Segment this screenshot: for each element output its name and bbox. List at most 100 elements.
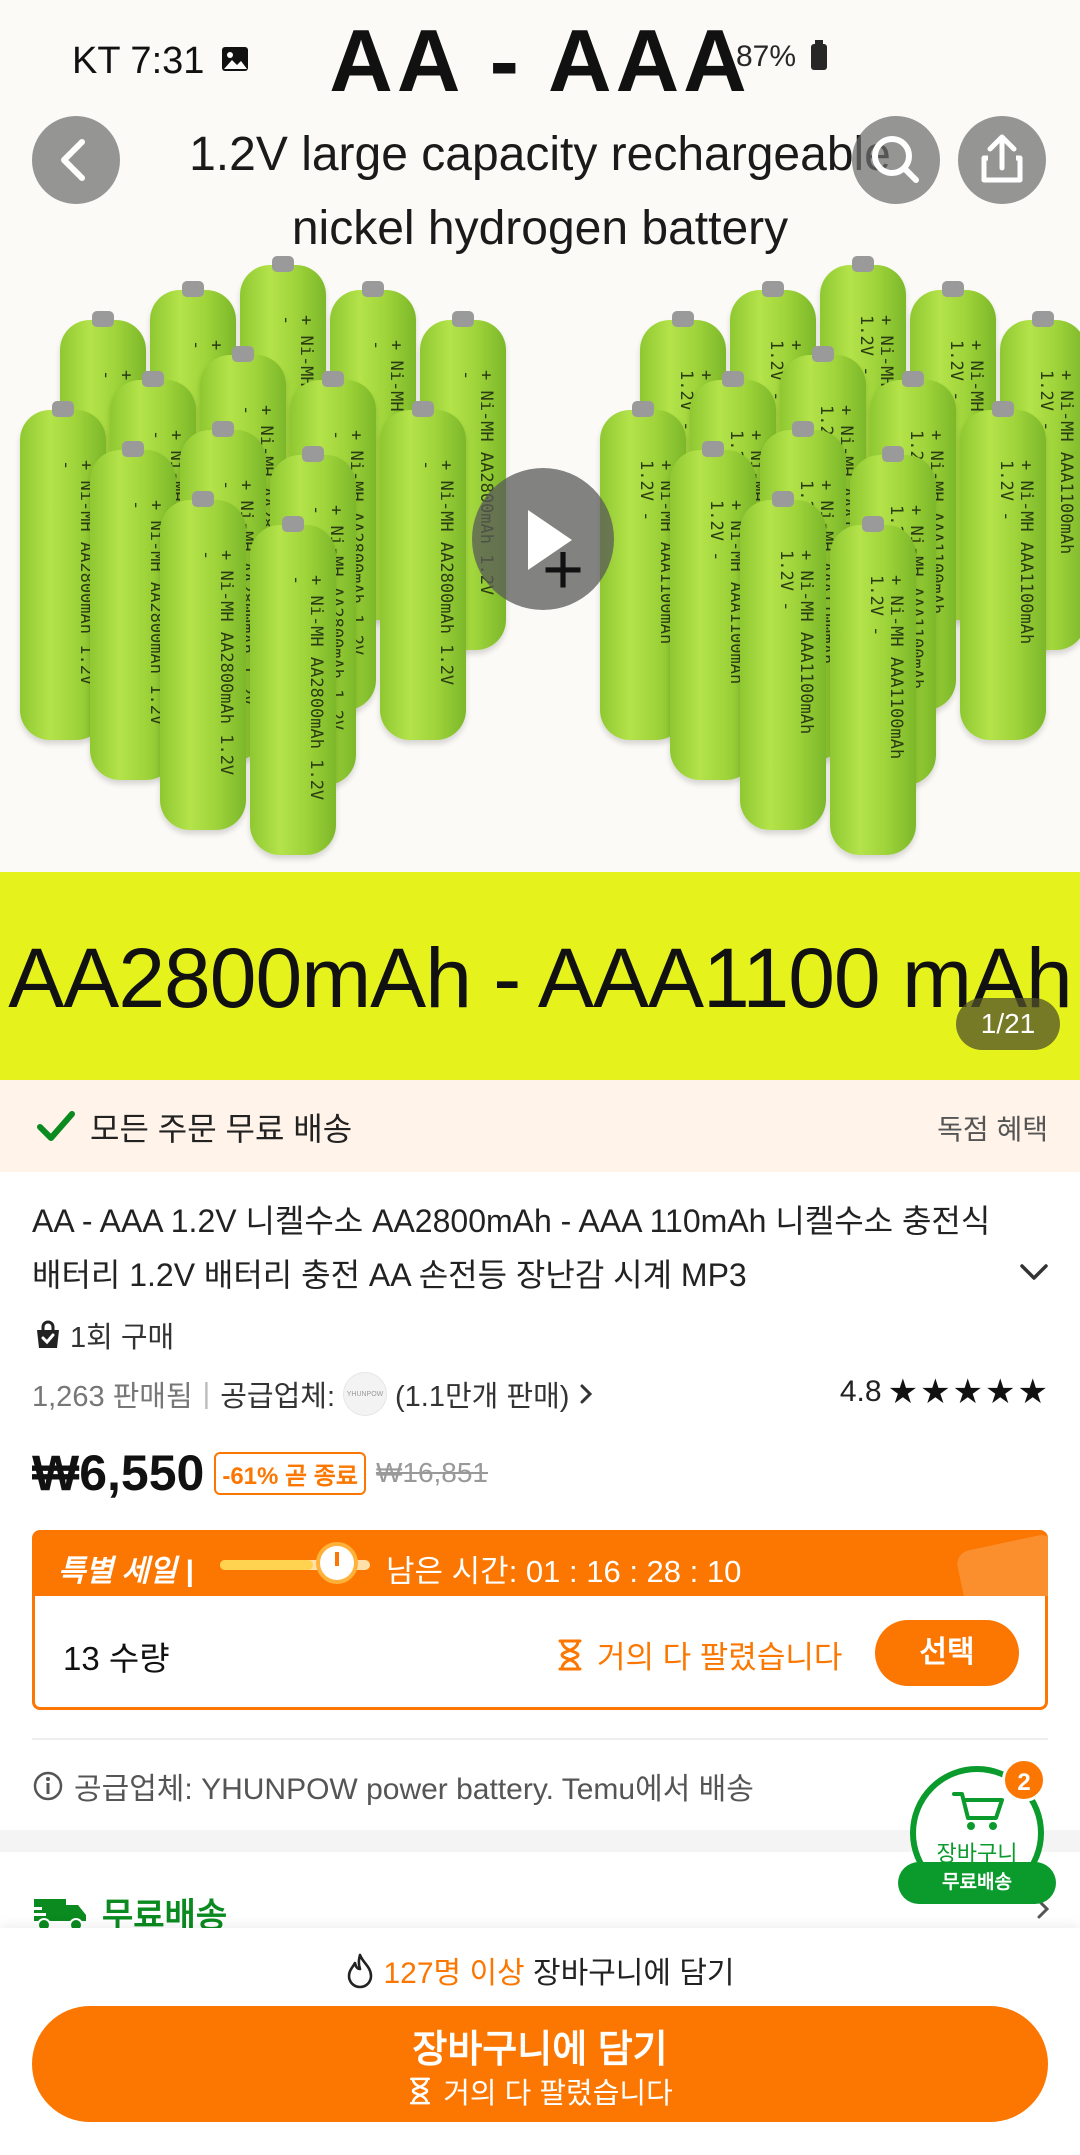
battery-cap [1032,311,1054,327]
cart-free-shipping-pill: 무료배송 [898,1862,1056,1904]
purchase-count-badge: 1회 구매 [32,1314,174,1356]
share-button[interactable] [958,116,1046,204]
battery-cap [772,491,794,507]
battery-cap [852,256,874,272]
battery-cap [672,311,694,327]
back-button[interactable] [32,116,120,204]
product-title[interactable]: AA - AAA 1.2V 니켈수소 AA2800mAh - AAA 110mA… [32,1194,992,1302]
battery-cap [302,446,324,462]
special-sale-header: 특별 세일 | 남은 시간: 01 : 16 : 28 : 10 [32,1530,1048,1598]
price-row: ₩6,550 -61% 곧 종료 ₩16,851 [32,1444,488,1502]
battery-image: + Ni-MH AA2800mAh 1.2V - [160,491,246,830]
supplier-info[interactable]: 공급업체: YHUNPOW power battery. Temu에서 배송 [32,1764,754,1808]
battery-cap [182,281,204,297]
chevron-right-icon[interactable] [573,1381,599,1407]
battery-icon [810,40,828,78]
sale-progress-fill [220,1560,313,1570]
divider [32,1738,1048,1740]
flame-icon [348,1953,373,1989]
add-to-cart-button[interactable]: 장바구니에 담기 거의 다 팔렸습니다 [32,2006,1048,2122]
add-to-cart-label: 장바구니에 담기 [412,2029,668,2071]
free-shipping-banner[interactable]: 모든 주문 무료 배송 독점 혜택 [0,1080,1080,1172]
special-sale-label: 특별 세일 | [58,1555,194,1588]
hourglass-icon [410,2077,431,2105]
battery-image: + Ni-MH AA2800mAh 1.2V - [250,516,336,855]
battery-image: + Ni-MH AAA1100mAh 1.2V - [740,491,826,830]
battery-cap [322,371,344,387]
battery-cap [812,346,834,362]
battery-cap [122,441,144,457]
battery-cap [762,281,784,297]
video-play-button[interactable]: + [472,468,614,610]
battery-label: + Ni-MH AA2800mAh 1.2V - [286,575,326,801]
battery-cap [362,281,384,297]
search-icon [872,136,919,183]
status-icons: 87% [736,40,828,78]
battery-cap [452,311,474,327]
battery-cap [992,401,1014,417]
battery-label: + Ni-MH AAA1100mAh 1.2V - [996,460,1036,645]
plus-icon: + [542,530,585,610]
battery-cap [232,346,254,362]
discount-badge: -61% 곧 종료 [214,1451,366,1495]
battery-cap [722,371,744,387]
status-time: KT 7:31 [72,40,205,82]
battery-cap [882,446,904,462]
current-price: ₩6,550 [32,1445,205,1501]
countdown-timer: 남은 시간: 01 : 16 : 28 : 10 [386,1554,742,1589]
seller-meta-row[interactable]: 1,263 판매됨 | 공급업체: YHUNPOW (1.1만개 판매) [32,1372,599,1416]
people-suffix: 장바구니에 담기 [524,1957,735,1990]
battery-cap [282,516,304,532]
battery-label: + Ni-MH AA2800mAh 1.2V - [196,550,236,776]
image-search-button[interactable] [852,116,940,204]
rating[interactable]: 4.8 ★★★★★ [840,1372,1050,1412]
select-button[interactable]: 선택 [875,1620,1019,1686]
almost-sold-out-text: 거의 다 팔렸습니다 [597,1640,843,1675]
add-to-cart-sublabel: 거의 다 팔렸습니다 [32,2070,1048,2112]
battery-image: + Ni-MH AA2800mAh 1.2V - [380,401,466,740]
battery-percent: 87% [736,40,797,73]
battery-cap [792,421,814,437]
cart-social-proof: 127명 이상 장바구니에 담기 [0,1948,1080,1992]
sku-select-row[interactable]: 13 수량 거의 다 팔렸습니다 선택 [32,1596,1048,1710]
chevron-down-icon[interactable] [1016,1254,1052,1290]
free-shipping-text: 모든 주문 무료 배송 [90,1111,353,1147]
shopping-bag-icon [37,1320,59,1348]
status-bar: KT 7:31 [72,40,250,83]
purchase-count-text: 1회 구매 [70,1322,175,1354]
battery-cap [632,401,654,417]
battery-cap [412,401,434,417]
battery-label: + Ni-MH AAA1100mAh 1.2V - [776,550,816,735]
info-icon [33,1771,63,1801]
battery-cap [942,281,964,297]
bottom-action-bar: 127명 이상 장바구니에 담기 장바구니에 담기 거의 다 팔렸습니다 [0,1928,1080,2155]
cart-count-badge: 2 [1002,1758,1046,1802]
battery-cap [212,421,234,437]
battery-image: + Ni-MH AAA1100mAh 1.2V - [960,401,1046,740]
gallery-icon [220,40,250,83]
battery-label: + Ni-MH AAA1100mAh 1.2V - [636,460,676,645]
original-price: ₩16,851 [375,1457,489,1488]
almost-sold-out: 거의 다 팔렸습니다 [555,1632,842,1677]
supplier-sales[interactable]: (1.1만개 판매) [395,1373,569,1415]
supplier-logo[interactable]: YHUNPOW [343,1372,387,1416]
battery-cap [92,311,114,327]
sold-count: 1,263 판매됨 [32,1381,193,1413]
image-counter: 1/21 [956,998,1060,1050]
battery-cap [862,516,884,532]
battery-label: + Ni-MH AA2800mAh 1.2V - [56,460,96,686]
exclusive-benefit-link[interactable]: 독점 혜택 [937,1108,1048,1148]
people-count: 127명 이상 [383,1957,525,1990]
battery-cap [702,441,724,457]
star-rating-icon: ★★★★★ [887,1373,1050,1411]
sale-decoration [954,1532,1048,1598]
hourglass-icon [558,1639,582,1670]
battery-cap [52,401,74,417]
product-page: AA - AAA 1.2V large capacity rechargeabl… [0,0,1080,2155]
truck-icon [32,1898,86,1932]
add-to-cart-sublabel-text: 거의 다 팔렸습니다 [443,2078,673,2110]
battery-label: + Ni-MH AA2800mAh 1.2V - [416,460,456,686]
clock-icon [316,1542,358,1584]
battery-label: + Ni-MH AA2800mAh 1.2V - [126,500,166,726]
battery-cap [192,491,214,507]
